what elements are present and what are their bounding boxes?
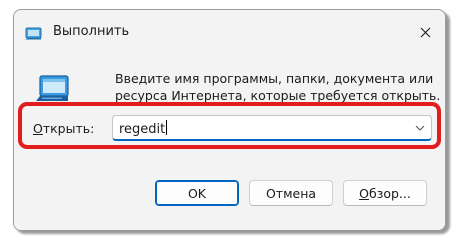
browse-accesskey: О: [359, 185, 369, 201]
chevron-down-icon[interactable]: [415, 124, 425, 132]
run-dialog: Выполнить Введите имя программы, папки, …: [13, 9, 446, 231]
open-input[interactable]: regedit: [119, 120, 168, 137]
text-caret: [166, 120, 168, 135]
open-combobox[interactable]: regedit: [112, 115, 432, 141]
close-button[interactable]: [411, 18, 439, 46]
open-label: Открыть:: [33, 121, 94, 136]
title-bar[interactable]: Выполнить: [14, 10, 445, 50]
browse-label-rest: бзор...: [368, 185, 411, 201]
cancel-button[interactable]: Отмена: [249, 180, 333, 206]
run-program-icon: [36, 75, 69, 101]
open-label-rest: ткрыть:: [42, 121, 95, 136]
run-app-icon: [25, 27, 42, 40]
close-icon: [420, 27, 430, 37]
description-text: Введите имя программы, папки, документа …: [115, 71, 441, 103]
open-label-accesskey: О: [33, 121, 43, 136]
screenshot-stage: Выполнить Введите имя программы, папки, …: [0, 0, 463, 240]
browse-button[interactable]: Обзор...: [343, 180, 427, 206]
window-title: Выполнить: [53, 24, 130, 39]
ok-button[interactable]: OK: [155, 180, 239, 206]
open-input-value: regedit: [119, 122, 166, 137]
